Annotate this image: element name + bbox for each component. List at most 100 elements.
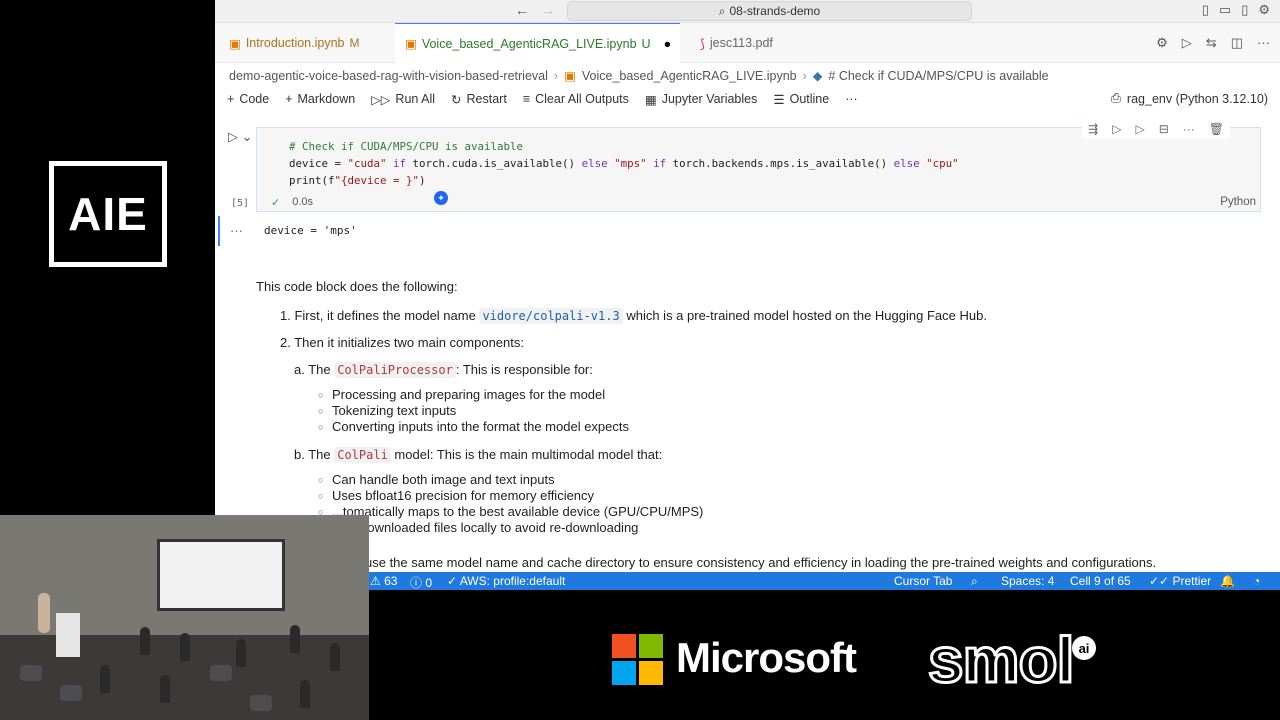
cell-position[interactable]: Cell 9 of 65	[1070, 574, 1131, 588]
more-icon[interactable]: ···	[1183, 122, 1195, 136]
tab-pdf[interactable]: ⟆ jesc113.pdf	[690, 23, 810, 63]
add-code-button[interactable]: + Code	[227, 92, 269, 106]
back-arrow-icon[interactable]: ←	[515, 2, 529, 18]
jupyter-variables-button[interactable]: ▦ Jupyter Variables	[645, 92, 757, 107]
audience-member	[140, 627, 150, 655]
notebook-icon: ▣	[229, 36, 241, 51]
compare-icon[interactable]: ⇆	[1206, 35, 1217, 51]
restart-icon: ↻	[451, 92, 462, 107]
run-all-icon: ▷▷	[371, 92, 391, 107]
code-token: device =	[289, 157, 348, 170]
settings-gear-icon[interactable]: ⚙	[1258, 2, 1270, 18]
run-cell-button[interactable]: ▷ ⌄	[228, 129, 253, 145]
kernel-icon: ⎙	[1110, 91, 1121, 105]
bullet-item: Tokenizing text inputs	[318, 403, 1266, 419]
split-editor-icon[interactable]: ◫	[1231, 35, 1243, 51]
audience-member	[160, 675, 170, 703]
more-actions-button[interactable]: ···	[845, 92, 858, 106]
chair	[20, 665, 42, 681]
copilot-cursor-icon[interactable]: ✦	[434, 191, 448, 205]
execution-time: 0.0s	[292, 196, 314, 208]
delete-cell-icon[interactable]: 🗑	[1209, 122, 1224, 136]
check-icon: ✓	[447, 574, 458, 588]
execute-below-icon[interactable]: ▷	[1135, 122, 1144, 136]
more-icon[interactable]: ···	[1257, 35, 1270, 51]
add-markdown-button[interactable]: + Markdown	[285, 92, 355, 106]
variables-icon: ▦	[644, 92, 657, 107]
outline-button[interactable]: ☰ Outline	[773, 92, 829, 107]
kernel-picker[interactable]: ⎙ rag_env (Python 3.12.10)	[1111, 91, 1268, 106]
tab-introduction[interactable]: ▣ Introduction.ipynb M	[219, 23, 384, 63]
cursor-tab[interactable]: Cursor Tab	[894, 574, 952, 588]
code-cell[interactable]: ⇶ ▷ ▷ ⊟ ··· 🗑 # Check if CUDA/MPS/CPU is…	[256, 120, 1261, 212]
code-token: print(f	[289, 174, 335, 187]
problems-indicator[interactable]: ⚠ 63	[370, 574, 397, 588]
bullet-item: ...tomatically maps to the best availabl…	[318, 504, 1266, 520]
code-keyword: else	[893, 157, 927, 170]
tab-voice-based-rag[interactable]: ▣ Voice_based_AgenticRAG_LIVE.ipynb U ●	[395, 23, 680, 63]
audience-member	[100, 665, 110, 693]
run-by-line-icon[interactable]: ⇶	[1088, 122, 1098, 136]
clear-outputs-label: Clear All Outputs	[535, 92, 629, 106]
zoom-search-icon[interactable]: ⌕	[971, 574, 978, 589]
add-markdown-label: Markdown	[297, 92, 356, 106]
code-token: )	[419, 174, 426, 187]
breadcrumb-file[interactable]: Voice_based_AgenticRAG_LIVE.ipynb	[582, 69, 797, 83]
tab-untracked-badge: U	[641, 36, 651, 51]
smol-wordmark: smol	[926, 624, 1075, 696]
cell-output: device = 'mps'	[264, 224, 357, 237]
tab-label: Introduction.ipynb	[245, 36, 345, 50]
bullet-item: Processing and preparing images for the …	[318, 387, 1266, 403]
markdown-cell: This code block does the following: 1. F…	[256, 279, 1266, 548]
code-editor[interactable]: # Check if CUDA/MPS/CPU is available dev…	[289, 138, 959, 189]
indentation[interactable]: Spaces: 4	[1001, 574, 1054, 588]
sub-item-text: : This is responsible for:	[455, 362, 593, 377]
toggle-panel-icon[interactable]: ▭	[1219, 2, 1231, 18]
execution-status: ✓ 0.0s	[271, 196, 313, 209]
speaker-camera-feed	[0, 515, 369, 720]
command-center-search[interactable]: ⌕ 08-strands-demo	[567, 1, 972, 21]
sub-list-item: a. The ColPaliProcessor: This is respons…	[294, 362, 1266, 378]
run-all-button[interactable]: ▷▷ Run All	[371, 92, 435, 107]
speaker-figure	[38, 593, 50, 633]
vscode-window: ← → ⌕ 08-strands-demo ▯ ▭ ▯ ⚙ ▣ Introduct…	[215, 0, 1280, 590]
execute-above-icon[interactable]: ▷	[1112, 122, 1121, 136]
tab-label: jesc113.pdf	[709, 36, 773, 50]
restart-button[interactable]: ↻ Restart	[451, 92, 507, 107]
toggle-secondary-sidebar-icon[interactable]: ▯	[1241, 2, 1248, 18]
run-icon[interactable]: ▷	[1182, 35, 1192, 51]
notebook-icon: ▣	[405, 37, 417, 51]
chevron-right-icon: ›	[553, 68, 559, 83]
outline-icon: ☰	[773, 92, 785, 107]
copilot-icon[interactable]: ◔	[1253, 574, 1260, 588]
unsaved-dot-icon[interactable]: ●	[664, 37, 672, 51]
breadcrumb-folder[interactable]: demo-agentic-voice-based-rag-with-vision…	[229, 69, 548, 83]
aws-profile[interactable]: ✓ AWS: profile:default	[447, 574, 565, 588]
warning-icon: ⚠	[370, 574, 381, 588]
restart-label: Restart	[466, 92, 507, 106]
info-icon: ⓘ	[410, 576, 423, 590]
warnings-indicator[interactable]: ⓘ 0	[410, 574, 432, 590]
code-comment: # Check if CUDA/MPS/CPU is available	[289, 140, 524, 153]
toggle-sidebar-icon[interactable]: ▯	[1202, 2, 1209, 18]
clear-outputs-button[interactable]: ≡ Clear All Outputs	[523, 92, 629, 106]
code-keyword: if	[646, 157, 673, 170]
split-cell-icon[interactable]: ⊟	[1159, 122, 1169, 136]
cell-toolbar: ⇶ ▷ ▷ ⊟ ··· 🗑	[1082, 120, 1230, 138]
prettier-status[interactable]: ✓✓ Prettier	[1149, 574, 1211, 588]
audience-member	[236, 639, 246, 667]
bullet-item: Converting inputs into the format the mo…	[318, 419, 1266, 435]
forward-arrow-icon[interactable]: →	[541, 2, 555, 18]
breadcrumb-cell[interactable]: # Check if CUDA/MPS/CPU is available	[828, 69, 1048, 83]
notifications-bell-icon[interactable]: 🔔	[1220, 574, 1235, 588]
gear-icon[interactable]: ⚙	[1156, 35, 1168, 51]
code-token: torch.cuda.is_available()	[412, 157, 582, 170]
chair	[60, 685, 82, 701]
sub-item-text: a. The	[294, 362, 335, 377]
cell-language[interactable]: Python	[1220, 196, 1256, 208]
prettier-label: Prettier	[1172, 574, 1212, 588]
output-menu-icon[interactable]: ···	[230, 223, 243, 238]
audience-member	[290, 625, 300, 653]
tab-label: Voice_based_AgenticRAG_LIVE.ipynb	[421, 36, 637, 51]
tab-modified-badge: M	[349, 36, 360, 50]
